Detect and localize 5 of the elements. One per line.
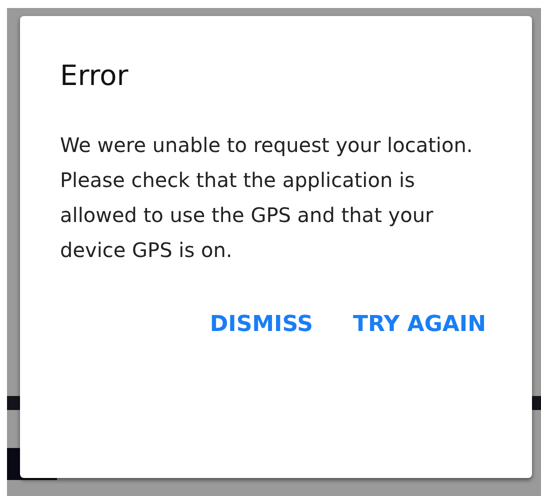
dialog-message: Please check that the application is allowed to use the GPS and that your device GPS is on. [60,167,434,264]
dialog-button[interactable]: TRY AGAIN [344,308,494,341]
dialog-button[interactable]: DISMISS [202,308,321,341]
dialog-message: We were unable to request your location. [60,132,474,159]
dialog-title: Error [60,58,130,94]
